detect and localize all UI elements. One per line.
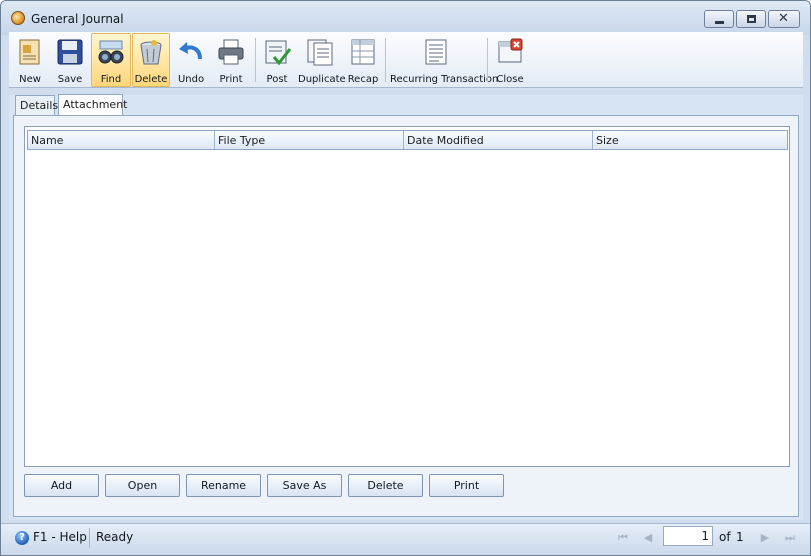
- grid-header: Name File Type Date Modified Size: [27, 130, 788, 150]
- window-title: General Journal: [31, 12, 124, 26]
- help-label[interactable]: F1 - Help: [33, 530, 87, 544]
- print-toolbar-label: Print: [219, 74, 243, 85]
- toolbar-separator: [487, 38, 488, 82]
- last-page-icon[interactable]: ⏭: [783, 530, 797, 546]
- save-label: Save: [57, 74, 83, 85]
- add-button[interactable]: Add: [24, 474, 99, 497]
- minimize-button[interactable]: [704, 10, 734, 28]
- tab-attachment[interactable]: Attachment: [58, 94, 128, 116]
- toolbar: New Save Find Delete Undo Print Post Dup…: [9, 32, 803, 88]
- next-page-icon[interactable]: ▶: [758, 530, 772, 546]
- floppy-disk-icon: [57, 39, 83, 65]
- find-button[interactable]: Find: [91, 33, 131, 87]
- general-journal-window: General Journal ✕ New Save Find Delete U…: [0, 0, 811, 556]
- close-window-button[interactable]: ✕: [768, 10, 800, 28]
- delete-toolbar-label: Delete: [134, 74, 168, 85]
- recap-grid-icon: [351, 39, 375, 65]
- minimize-icon: [715, 21, 724, 24]
- undo-button[interactable]: Undo: [172, 33, 210, 87]
- post-check-icon: [265, 40, 292, 66]
- new-label: New: [19, 74, 41, 85]
- recurring-transaction-label: Recurring Transaction: [390, 74, 499, 85]
- column-header-size[interactable]: Size: [593, 131, 787, 149]
- attachments-grid[interactable]: Name File Type Date Modified Size: [24, 126, 790, 467]
- save-as-button[interactable]: Save As: [267, 474, 342, 497]
- title-bar: General Journal ✕: [1, 1, 810, 35]
- column-header-name[interactable]: Name: [28, 131, 215, 149]
- column-header-file-type[interactable]: File Type: [215, 131, 404, 149]
- recap-button[interactable]: Recap: [345, 33, 381, 87]
- status-text: Ready: [96, 530, 134, 544]
- duplicate-label: Duplicate: [298, 74, 346, 85]
- save-button[interactable]: Save: [51, 33, 89, 87]
- page-total-label: 1: [736, 530, 744, 544]
- post-button[interactable]: Post: [259, 33, 295, 87]
- attachment-tab-body: Name File Type Date Modified Size Add Op…: [13, 115, 799, 517]
- status-bar: ? F1 - Help Ready ⏮ ◀ 1 of 1 ▶ ⏭: [1, 523, 810, 555]
- column-header-date-modified[interactable]: Date Modified: [404, 131, 593, 149]
- binoculars-icon: [98, 40, 124, 64]
- tab-details[interactable]: Details: [15, 95, 58, 115]
- first-page-icon[interactable]: ⏮: [616, 530, 630, 546]
- recurring-transaction-button[interactable]: Recurring Transaction: [389, 33, 499, 87]
- find-label: Find: [100, 74, 122, 85]
- close-window-icon: [498, 38, 523, 63]
- tab-panel: Details Attachment Name File Type Date M…: [9, 94, 803, 520]
- help-icon[interactable]: ?: [15, 531, 29, 545]
- print-toolbar-button[interactable]: Print: [212, 33, 250, 87]
- status-separator: [89, 528, 90, 548]
- delete-button[interactable]: Delete: [348, 474, 423, 497]
- recap-label: Recap: [347, 74, 379, 85]
- printer-icon: [218, 39, 244, 65]
- page-of-label: of: [719, 530, 731, 544]
- duplicate-icon: [307, 39, 333, 66]
- maximize-button[interactable]: [736, 10, 766, 28]
- new-document-icon: [19, 39, 40, 65]
- page-number-input[interactable]: 1: [663, 526, 713, 546]
- delete-toolbar-button[interactable]: Delete: [132, 33, 170, 87]
- maximize-icon: [747, 15, 756, 23]
- undo-label: Undo: [177, 74, 205, 85]
- post-label: Post: [266, 74, 288, 85]
- close-label: Close: [496, 74, 524, 85]
- close-button[interactable]: Close: [491, 33, 529, 87]
- toolbar-separator: [255, 38, 256, 82]
- trash-bin-icon: [140, 40, 162, 65]
- undo-arrow-icon: [179, 42, 202, 60]
- new-button[interactable]: New: [11, 33, 49, 87]
- rename-button[interactable]: Rename: [186, 474, 261, 497]
- print-button[interactable]: Print: [429, 474, 504, 497]
- close-icon: ✕: [778, 11, 789, 26]
- duplicate-button[interactable]: Duplicate: [297, 33, 346, 87]
- toolbar-separator: [385, 38, 386, 82]
- previous-page-icon[interactable]: ◀: [641, 530, 655, 546]
- app-icon[interactable]: [11, 11, 25, 25]
- open-button[interactable]: Open: [105, 474, 180, 497]
- recurring-transaction-icon: [425, 39, 447, 65]
